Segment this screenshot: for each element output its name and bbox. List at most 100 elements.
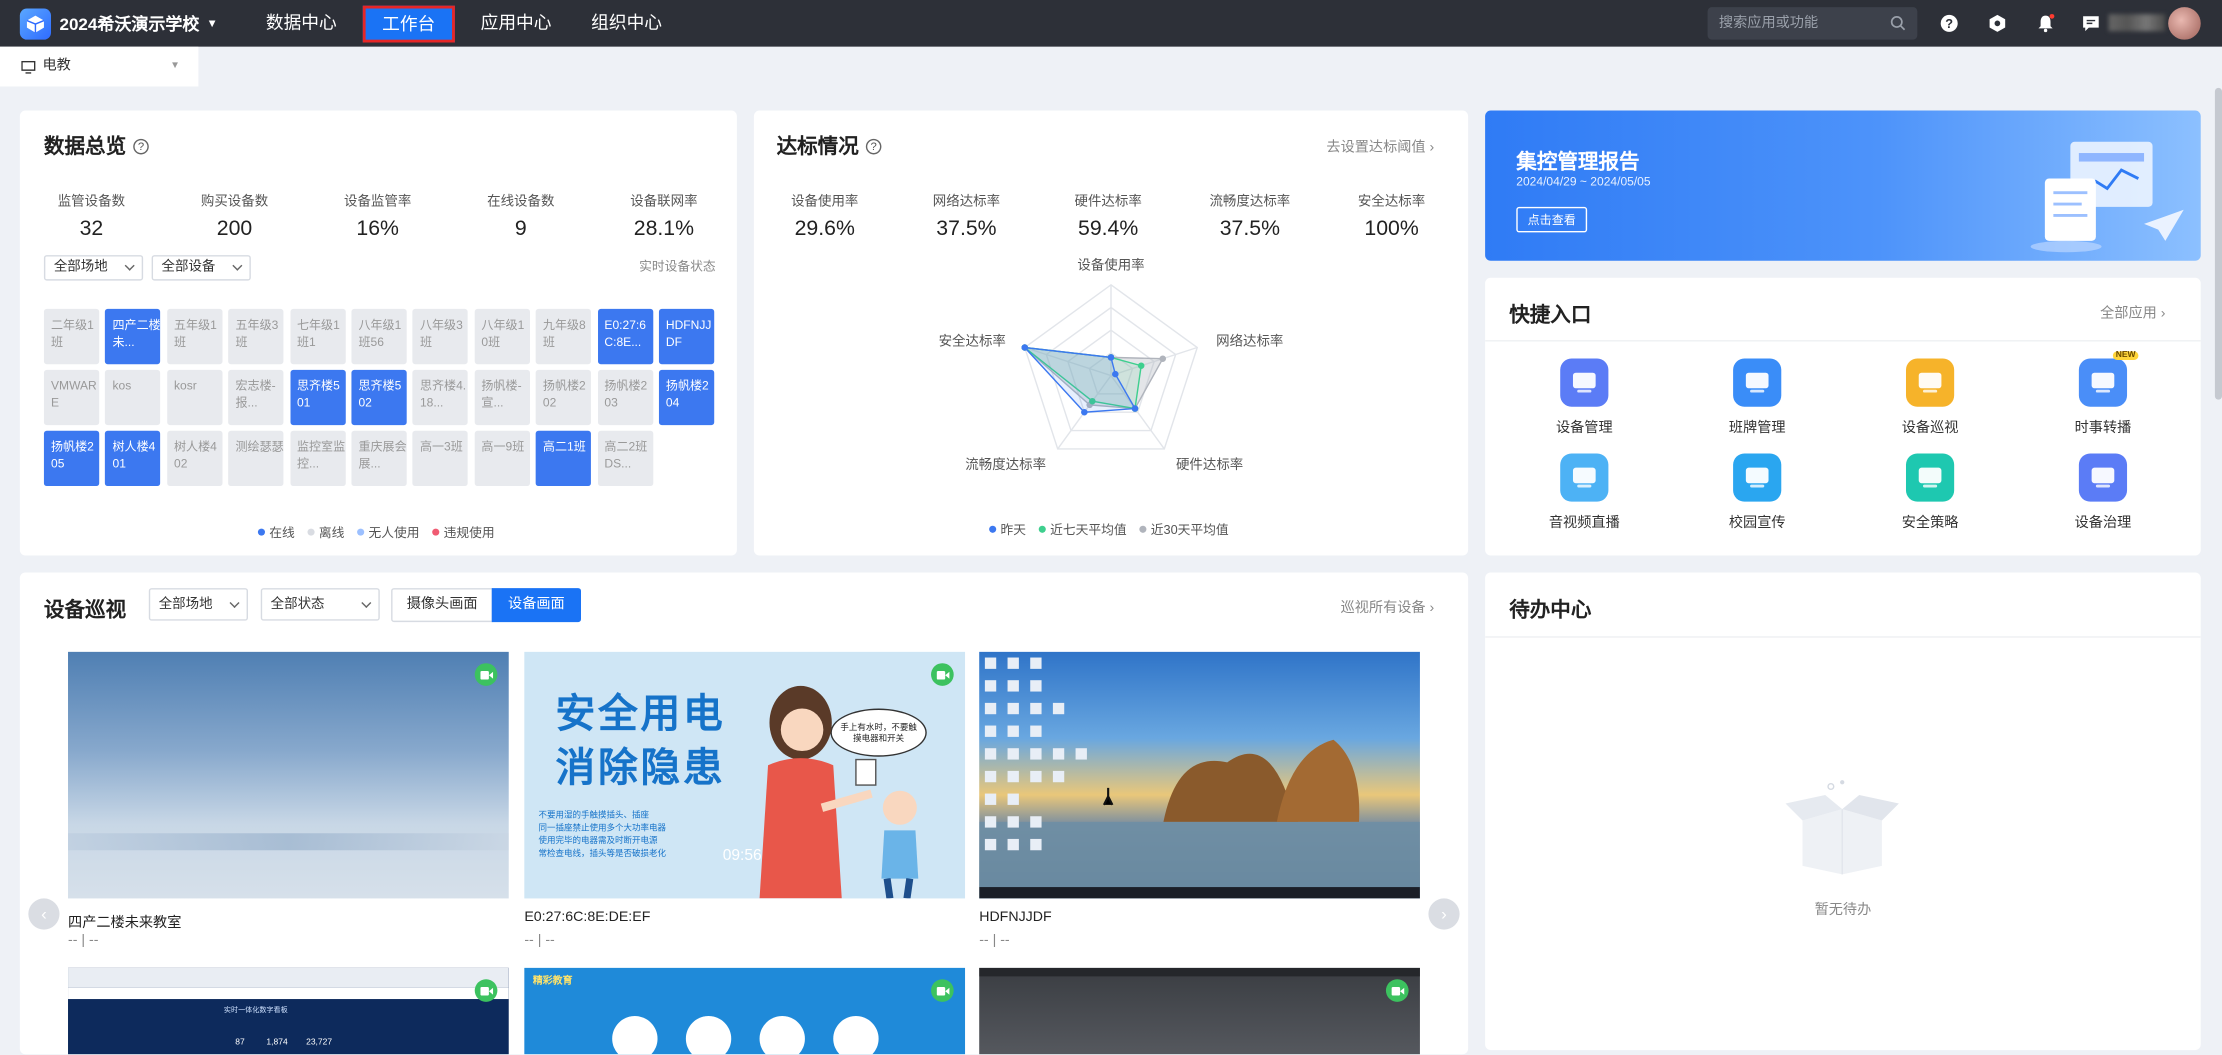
device-cell[interactable]: 五年级3班 bbox=[228, 308, 284, 365]
device-cell[interactable]: 树人楼401 bbox=[105, 430, 161, 487]
radar-point[interactable] bbox=[1107, 354, 1115, 361]
device-cell[interactable]: 思齐楼4.18... bbox=[412, 369, 469, 426]
device-cell[interactable]: 扬帆楼203 bbox=[597, 369, 653, 426]
device-cell[interactable]: 高一3班 bbox=[412, 430, 469, 487]
device-cell[interactable]: 树人楼402 bbox=[166, 430, 223, 487]
school-logo-icon[interactable] bbox=[19, 7, 52, 39]
camera-live-icon[interactable] bbox=[474, 979, 498, 1002]
radar-point[interactable] bbox=[1021, 344, 1029, 351]
all-apps-link[interactable]: 全部应用 › bbox=[2100, 300, 2165, 322]
radar-point[interactable] bbox=[1081, 408, 1088, 416]
camera-live-icon[interactable] bbox=[931, 979, 954, 1002]
nav-workbench[interactable]: 工作台 bbox=[362, 4, 456, 42]
chevron-down-icon[interactable]: ▼ bbox=[170, 47, 180, 87]
browser-addressbar bbox=[68, 987, 509, 1000]
device-cell[interactable]: 二年级1班 bbox=[43, 308, 100, 365]
device-cell[interactable]: 重庆展会展... bbox=[351, 430, 407, 487]
device-cell[interactable]: 七年级1班1 bbox=[289, 308, 346, 365]
notification-bell-icon[interactable] bbox=[2035, 13, 2055, 33]
school-name[interactable]: 2024希沃演示学校 bbox=[60, 11, 200, 35]
camera-view-button[interactable]: 摄像头画面 bbox=[391, 588, 494, 623]
device-cell[interactable]: 扬帆楼205 bbox=[43, 430, 100, 487]
device-tile-1[interactable] bbox=[68, 651, 509, 899]
quick-entry-label: 时事转播 bbox=[2074, 420, 2132, 437]
quick-entry-campus-promo[interactable]: 校园宣传 bbox=[1686, 453, 1828, 531]
device-cell[interactable]: 四产二楼未... bbox=[105, 308, 161, 365]
nav-app-center[interactable]: 应用中心 bbox=[461, 0, 572, 47]
report-banner[interactable]: 集控管理报告 2024/04/29 ~ 2024/05/05 点击查看 bbox=[1485, 110, 2201, 261]
device-cell[interactable]: 八年级10班 bbox=[474, 308, 530, 365]
stat-usage-rate: 设备使用率 29.6% bbox=[791, 194, 859, 241]
message-icon[interactable] bbox=[2080, 13, 2100, 33]
class-board-icon bbox=[1733, 358, 1782, 407]
help-question-icon[interactable]: ? bbox=[133, 138, 149, 155]
device-cell[interactable]: 八年级1班56 bbox=[351, 308, 407, 365]
set-threshold-link[interactable]: 去设置达标阈值 › bbox=[1326, 135, 1434, 156]
device-cell[interactable]: kosr bbox=[166, 369, 223, 426]
help-question-icon[interactable]: ? bbox=[865, 138, 882, 155]
device-cell[interactable]: 监控室监控... bbox=[289, 430, 346, 487]
device-cell[interactable]: 五年级1班 bbox=[166, 308, 223, 365]
device-tile-3[interactable] bbox=[979, 651, 1420, 899]
device-cell[interactable]: 高二2班DS... bbox=[597, 430, 653, 487]
nav-org-center[interactable]: 组织中心 bbox=[571, 0, 682, 47]
quick-entry-device-manage[interactable]: 设备管理 bbox=[1513, 358, 1655, 437]
quick-entry-security-policy[interactable]: 安全策略 bbox=[1859, 453, 2001, 531]
device-cell[interactable]: VMWARE bbox=[43, 369, 100, 426]
device-cell[interactable]: 测绘瑟瑟 bbox=[228, 430, 284, 487]
patrol-all-link[interactable]: 巡视所有设备 › bbox=[1341, 595, 1435, 617]
carousel-prev-button[interactable]: ‹ bbox=[28, 898, 60, 930]
radar-point[interactable] bbox=[1131, 405, 1139, 412]
quick-entry-class-board[interactable]: 班牌管理 bbox=[1686, 358, 1828, 436]
device-cell[interactable]: 扬帆楼202 bbox=[535, 369, 592, 426]
quick-entry-device-patrol[interactable]: 设备巡视 bbox=[1859, 358, 2001, 436]
nav-data-center[interactable]: 数据中心 bbox=[246, 0, 357, 47]
stat-hardware-pass: 硬件达标率 59.4% bbox=[1074, 194, 1142, 241]
device-tile-4[interactable]: 实时一体化数字看板 87 1,874 23,727 bbox=[68, 967, 509, 1055]
device-cell[interactable]: 八年级3班 bbox=[412, 308, 469, 365]
device-cell[interactable]: 扬帆楼-宣... bbox=[474, 369, 530, 426]
device-cell[interactable]: 宏志楼-报... bbox=[228, 369, 284, 426]
quick-entry-label: 设备管理 bbox=[1555, 420, 1613, 437]
user-avatar[interactable] bbox=[2168, 7, 2201, 40]
device-cell[interactable]: 扬帆楼204 bbox=[658, 369, 715, 426]
patrol-status-select[interactable]: 全部状态 bbox=[260, 588, 380, 621]
dashboard-stat-3: 23,727 bbox=[306, 1038, 333, 1048]
quick-entry-device-governance[interactable]: 设备治理 bbox=[2032, 453, 2174, 531]
svg-text:?: ? bbox=[1945, 15, 1953, 30]
device-cell[interactable]: E0:27:6C:8E... bbox=[597, 308, 653, 365]
school-switch-caret-icon[interactable]: ▼ bbox=[206, 17, 217, 30]
role-tab[interactable]: 电教 ▼ bbox=[0, 46, 199, 87]
patrol-site-select[interactable]: 全部场地 bbox=[148, 588, 248, 621]
device-tile-6[interactable] bbox=[979, 967, 1420, 1055]
help-icon[interactable]: ? bbox=[1939, 13, 1959, 33]
device-view-button[interactable]: 设备画面 bbox=[491, 588, 582, 623]
device-filter-select[interactable]: 全部设备 bbox=[151, 255, 251, 281]
device-tile-2[interactable]: 安全用电 消除隐患 不要用湿的手触摸插头、插座 同一插座禁止使用多个大功率电器 使用… bbox=[524, 651, 966, 899]
radar-point[interactable] bbox=[1137, 362, 1145, 369]
carousel-next-button[interactable]: › bbox=[1428, 898, 1460, 930]
radar-point[interactable] bbox=[1159, 355, 1167, 362]
site-filter-select[interactable]: 全部场地 bbox=[43, 255, 144, 281]
page-scrollbar[interactable] bbox=[2214, 87, 2222, 400]
camera-live-icon[interactable] bbox=[931, 663, 954, 686]
device-cell[interactable]: kos bbox=[105, 369, 161, 426]
camera-live-icon[interactable] bbox=[474, 663, 498, 686]
settings-icon[interactable] bbox=[1987, 13, 2007, 33]
device-cell[interactable]: 思齐楼502 bbox=[351, 369, 407, 426]
view-report-button[interactable]: 点击查看 bbox=[1516, 206, 1588, 233]
device-cell[interactable]: 思齐楼501 bbox=[289, 369, 346, 426]
device-cell[interactable]: HDFNJJDF bbox=[658, 308, 715, 365]
camera-live-icon[interactable] bbox=[1385, 979, 1409, 1002]
search-input[interactable]: 搜索应用或功能 bbox=[1707, 7, 1918, 40]
device-cell[interactable]: 九年级8班 bbox=[535, 308, 592, 365]
device-cell[interactable]: 高一9班 bbox=[474, 430, 530, 487]
device-cell[interactable]: 高二1班 bbox=[535, 430, 592, 487]
radar-axis-label: 网络达标率 bbox=[1216, 333, 1283, 349]
quick-entry-av-live[interactable]: 音视频直播 bbox=[1513, 453, 1655, 531]
quick-entry-news-broadcast[interactable]: NEW 时事转播 bbox=[2032, 351, 2174, 437]
quick-entry-label: 安全策略 bbox=[1901, 515, 1959, 532]
realtime-status-link[interactable]: 实时设备状态 bbox=[639, 256, 716, 274]
radar-point[interactable] bbox=[1112, 370, 1119, 378]
device-tile-5[interactable]: 精彩教育 bbox=[524, 967, 966, 1055]
